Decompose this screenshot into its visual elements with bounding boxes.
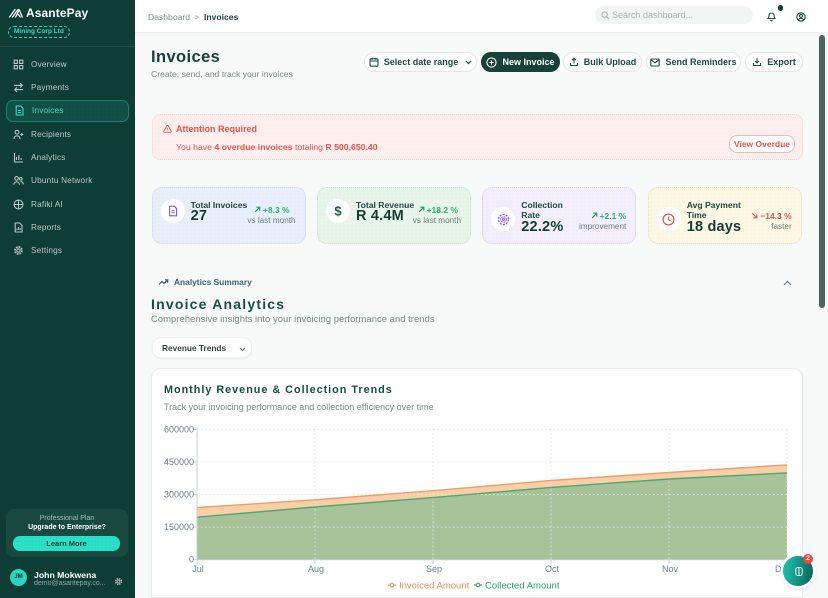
svg-text:Invoiced Amount: Invoiced Amount	[399, 581, 470, 592]
svg-text:450000: 450000	[164, 457, 194, 467]
svg-text:Jul: Jul	[192, 564, 204, 574]
svg-text:Collected Amount: Collected Amount	[485, 581, 560, 592]
svg-text:Sep: Sep	[426, 564, 442, 574]
svg-text:150000: 150000	[164, 522, 194, 532]
svg-text:Oct: Oct	[545, 564, 560, 574]
svg-text:600000: 600000	[164, 425, 194, 435]
svg-text:$: $	[334, 204, 342, 219]
svg-text:Nov: Nov	[662, 564, 679, 574]
svg-text:Aug: Aug	[308, 564, 324, 574]
svg-text:300000: 300000	[164, 490, 194, 500]
